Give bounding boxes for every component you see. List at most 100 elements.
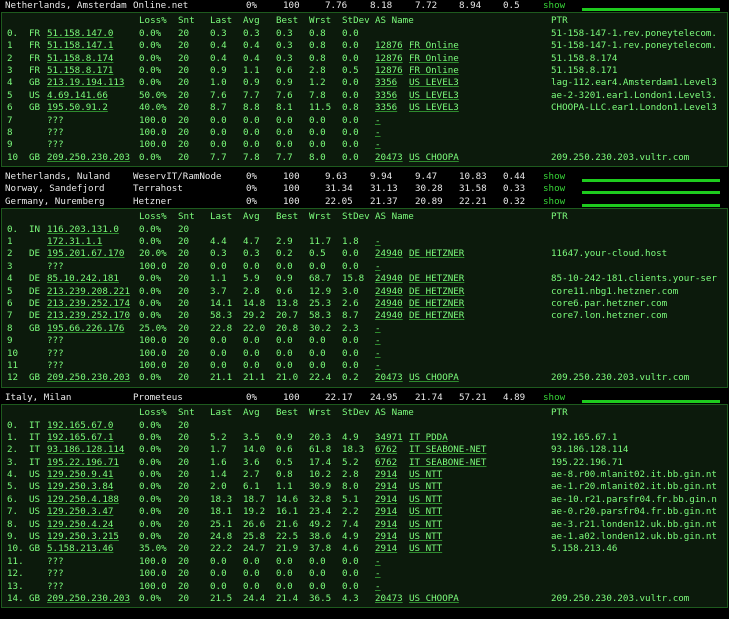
- hop-loss: 0.0%: [139, 40, 162, 52]
- hop-loss: 100.0: [139, 359, 167, 371]
- stdev-col: StDev: [342, 15, 370, 27]
- hop-asname: US NTT: [409, 493, 443, 505]
- hop-ptr: core11.nbg1.hetzner.com: [551, 285, 679, 297]
- summary-row: Netherlands, Nuland WeservIT/RamNode 0% 100…: [0, 171, 729, 184]
- hop-num: 7: [7, 114, 13, 126]
- hop-avg: 0.4: [243, 52, 260, 64]
- hop-best: 0.6: [276, 285, 293, 297]
- hop-last: 0.4: [210, 52, 227, 64]
- show-link[interactable]: show: [543, 171, 565, 183]
- hop-last: 0.0: [210, 114, 227, 126]
- hop-last: 0.0: [210, 347, 227, 359]
- hop-best: 0.3: [276, 27, 293, 39]
- hop-ptr: 195.22.196.71: [551, 456, 623, 468]
- hop-avg: 25.8: [243, 531, 266, 543]
- hop-asn: 34971: [375, 431, 403, 443]
- hop-last: 8.7: [210, 102, 227, 114]
- hop-num: 8: [7, 322, 13, 334]
- country-code: IT: [29, 456, 41, 468]
- hop-avg: 29.2: [243, 310, 266, 322]
- hop-stdev: 0.0: [342, 89, 359, 101]
- hop-loss: 0.0%: [139, 372, 162, 384]
- hop-last: 18.3: [210, 493, 233, 505]
- show-link[interactable]: show: [543, 183, 565, 195]
- hop-asn: 6762: [375, 444, 398, 456]
- hop-snt: 20: [178, 223, 190, 235]
- hop-snt: 20: [178, 297, 190, 309]
- country-code: IT: [29, 431, 41, 443]
- hop-asn: 20473: [375, 592, 403, 604]
- hop-stdev: 0.5: [342, 64, 359, 76]
- hop-avg: 22.0: [243, 322, 266, 334]
- avg-col: Avg: [243, 15, 260, 27]
- hop-host: 213.239.252.170: [47, 310, 130, 322]
- country-code: IT: [29, 444, 41, 456]
- hop-last: 1.7: [210, 444, 227, 456]
- ptr-col: PTR: [551, 15, 568, 27]
- show-link[interactable]: show: [543, 392, 565, 404]
- hop-host: 195.201.67.170: [47, 248, 125, 260]
- hop-last: 4.4: [210, 236, 227, 248]
- hop-host: 195.50.91.2: [47, 102, 108, 114]
- hop-loss: 100.0: [139, 139, 167, 151]
- hop-asname: DE HETZNER: [409, 310, 465, 322]
- hop-host: ???: [47, 555, 64, 567]
- hop-loss: 0.0%: [139, 273, 162, 285]
- hop-last: 1.1: [210, 273, 227, 285]
- hop-wrst: 0.0: [309, 335, 326, 347]
- hop-snt: 20: [178, 322, 190, 334]
- hop-avg: 0.0: [243, 126, 260, 138]
- best: 7.72: [415, 0, 438, 11]
- hop-avg: 0.0: [243, 580, 260, 592]
- hop-best: 0.0: [276, 260, 293, 272]
- best: 20.89: [415, 195, 443, 207]
- hop-best: 16.1: [276, 506, 299, 518]
- show-link[interactable]: show: [543, 0, 565, 12]
- hop-avg: 19.2: [243, 506, 266, 518]
- country-code: GB: [29, 372, 41, 384]
- hop-row: 13.??? 100.0 20 0.0 0.0 0.0 0.0 0.0 -: [2, 581, 727, 593]
- hop-row: 3??? 100.0 20 0.0 0.0 0.0 0.0 0.0 -: [2, 261, 727, 273]
- hop-last: 22.2: [210, 543, 233, 555]
- hop-num: 9: [7, 139, 13, 151]
- hop-best: 21.6: [276, 518, 299, 530]
- show-link[interactable]: show: [543, 196, 565, 208]
- hop-best: 0.0: [276, 114, 293, 126]
- hop-snt: 20: [178, 444, 190, 456]
- hop-num: 10: [7, 151, 19, 163]
- hop-asn: 24940: [375, 273, 403, 285]
- loss-col: Loss%: [139, 407, 167, 419]
- hop-avg: 0.0: [243, 335, 260, 347]
- hop-host: 129.250.3.47: [47, 506, 114, 518]
- hop-row: 6 GB 195.50.91.2 40.0% 20 8.7 8.8 8.1 11.5 0.8 335…: [2, 102, 727, 114]
- hop-row: 8 GB 195.66.226.176 25.0% 20 22.8 22.0 20.8 30.2…: [2, 323, 727, 335]
- hop-avg: 0.0: [243, 555, 260, 567]
- hop-num: 5: [7, 285, 13, 297]
- hop-loss: 0.0%: [139, 518, 162, 530]
- best: 30.28: [415, 183, 443, 195]
- stdev: 0.44: [503, 171, 526, 183]
- snt-col: Snt: [178, 211, 195, 223]
- hop-stdev: 0.0: [342, 580, 359, 592]
- hop-row: 5 DE 213.239.208.221 0.0% 20 3.7 2.8 0.6 12.9 3.0…: [2, 286, 727, 298]
- traceroute-panel: Loss% Snt Last Avg Best Wrst StDev AS Name PTR 0.…: [1, 404, 728, 609]
- hop-avg: 0.0: [243, 568, 260, 580]
- hop-asn: -: [375, 580, 381, 592]
- hop-ptr: core6.par.hetzner.com: [551, 297, 668, 309]
- hop-asn: 24940: [375, 310, 403, 322]
- hop-stdev: 2.6: [342, 297, 359, 309]
- provider: WeservIT/RamNode: [133, 171, 222, 183]
- hop-stdev: 0.0: [342, 40, 359, 52]
- hop-asname: IT SEABONE-NET: [409, 444, 487, 456]
- hop-last: 22.8: [210, 322, 233, 334]
- hop-loss: 0.0%: [139, 469, 162, 481]
- hop-row: 2 FR 51.158.8.174 0.0% 20 0.4 0.4 0.3 0.8 0.0 1287…: [2, 53, 727, 65]
- hop-loss: 0.0%: [139, 297, 162, 309]
- hop-wrst: 0.0: [309, 359, 326, 371]
- wrst-col: Wrst: [309, 15, 332, 27]
- hop-num: 2.: [7, 444, 19, 456]
- hop-stdev: 5.1: [342, 493, 359, 505]
- hop-num: 5.: [7, 481, 19, 493]
- hop-last: 0.0: [210, 260, 227, 272]
- snt: 100: [283, 391, 300, 403]
